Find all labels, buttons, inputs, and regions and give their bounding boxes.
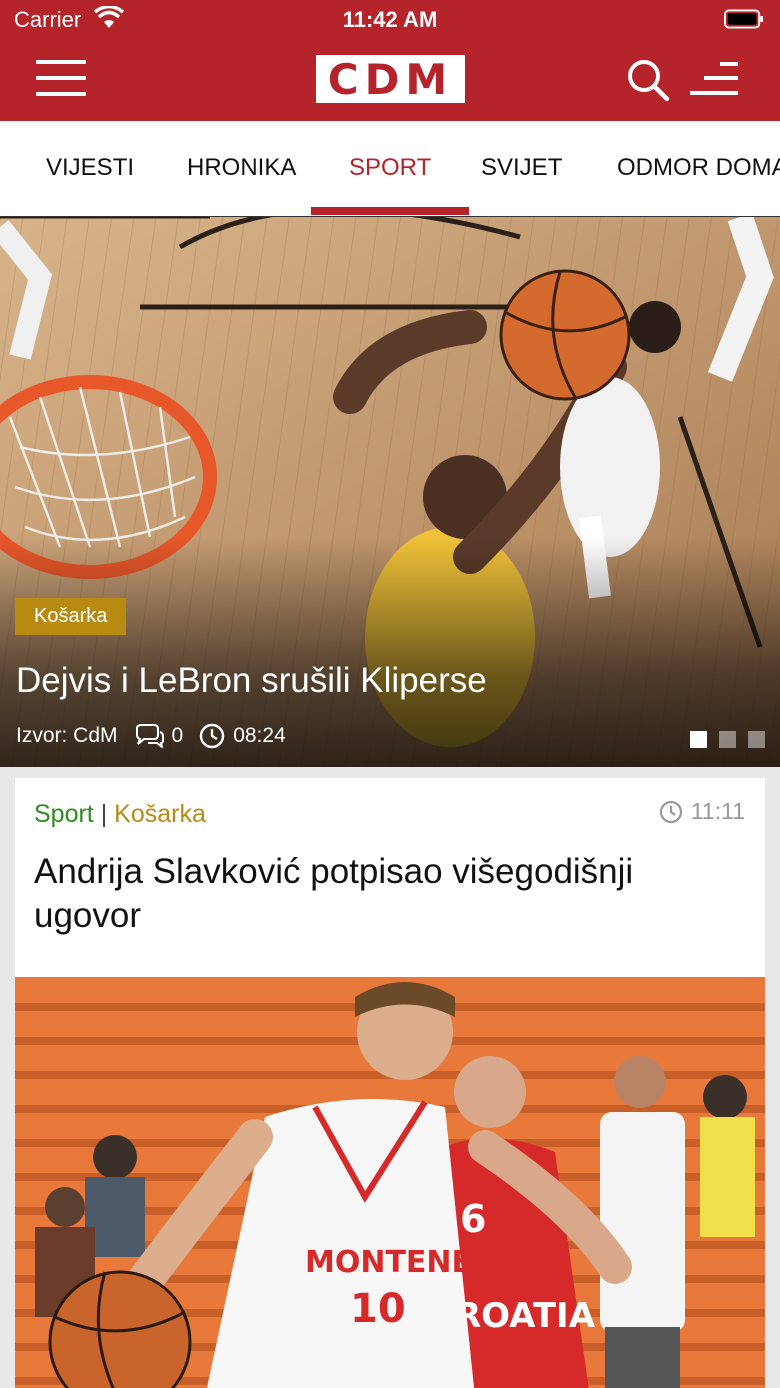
hero-source: Izvor: CdM [16,724,118,747]
article-time: 11:11 [659,798,745,825]
hero-comment-count: 0 [171,724,184,747]
sort-lines-icon[interactable] [688,60,740,100]
article-categories: Sport | Košarka [34,800,206,829]
slider-pagination [690,731,777,748]
article-time-label: 11:11 [690,798,745,824]
battery-icon [724,9,764,29]
svg-text:ROATIA: ROATIA [455,1296,596,1336]
clock: 11:42 AM [342,7,438,32]
article-subcategory[interactable]: Košarka [114,800,206,828]
featured-article[interactable]: Košarka Dejvis i LeBron srušili Kliperse… [0,217,780,767]
svg-text:10: 10 [350,1286,406,1332]
category-tabs: VIJESTI HRONIKA SPORT SVIJET ODMOR DOMA [0,121,780,218]
tab-hronika[interactable]: HRONIKA [187,154,296,182]
tab-sport[interactable]: SPORT [349,154,431,182]
article-category[interactable]: Sport [34,800,94,828]
clock-icon [659,800,682,823]
article-title[interactable]: Andrija Slavković potpisao višegodišnji … [34,850,734,938]
comments-icon [135,724,164,748]
cdm-logo[interactable]: CDM [316,55,465,104]
hero-category-badge[interactable]: Košarka [15,598,127,635]
article-basketball-photo: 6 ROATIA MONTENE 10 [15,977,765,1388]
hero-time: 08:24 [233,724,286,747]
tab-vijesti[interactable]: VIJESTI [46,154,134,182]
hamburger-menu-icon[interactable] [36,60,86,98]
hero-title[interactable]: Dejvis i LeBron srušili Kliperse [16,661,487,701]
slide-dot-3[interactable] [748,731,765,748]
slide-dot-2[interactable] [719,731,736,748]
status-bar: Carrier 11:42 AM [0,0,780,40]
app-header: Carrier 11:42 AM CDM [0,0,780,121]
clock-icon [200,723,225,749]
tab-svijet[interactable]: SVIJET [481,154,562,182]
active-tab-indicator [311,207,469,215]
category-separator: | [100,800,108,828]
search-icon[interactable] [626,58,670,102]
hero-meta: Izvor: CdM 0 08:24 [16,723,286,749]
tab-odmor-doma[interactable]: ODMOR DOMA [617,154,780,182]
article-image[interactable]: 6 ROATIA MONTENE 10 [15,977,765,1388]
slide-dot-1[interactable] [690,731,707,748]
svg-text:6: 6 [460,1197,486,1241]
svg-text:MONTENE: MONTENE [305,1245,472,1280]
article-card[interactable]: Sport | Košarka 11:11 Andrija Slavković … [15,778,765,1388]
